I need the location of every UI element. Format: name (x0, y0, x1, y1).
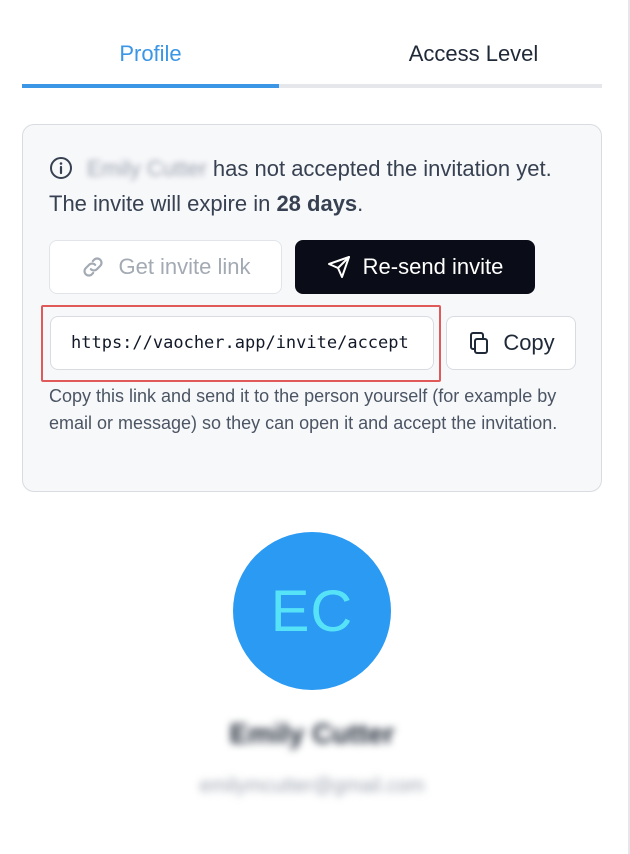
avatar-initials: EC (270, 578, 354, 644)
get-invite-link-label: Get invite link (118, 254, 251, 279)
invitee-name: Emily Cutter (87, 156, 207, 181)
tab-profile[interactable]: Profile (22, 30, 279, 84)
copy-label: Copy (503, 330, 555, 355)
expiry-days: 28 days (276, 191, 358, 216)
get-invite-link-button[interactable]: Get invite link (49, 240, 282, 294)
helper-text: Copy this link and send it to the person… (49, 386, 558, 433)
link-icon (83, 257, 104, 277)
resend-invite-label: Re-send invite (362, 254, 504, 279)
invitation-notice: Emily Cutter has not accepted the invita… (49, 151, 589, 221)
avatar: EC (233, 532, 391, 690)
invite-link-input[interactable] (50, 316, 434, 370)
send-icon (327, 256, 350, 278)
resend-invite-button[interactable]: Re-send invite (295, 240, 535, 294)
invitation-card: Emily Cutter has not accepted the invita… (22, 124, 602, 492)
copy-link-button[interactable]: Copy (446, 316, 576, 370)
copy-icon (470, 332, 489, 354)
profile-name: Emily Cutter (229, 718, 395, 749)
profile-email: emilymcutter@gmail.com (199, 775, 425, 797)
notice-period: . (357, 191, 364, 216)
tab-active-indicator (22, 84, 279, 88)
info-icon (49, 155, 73, 179)
tab-access-level[interactable]: Access Level (345, 30, 602, 84)
tab-bar: Profile Access Level (22, 30, 602, 88)
